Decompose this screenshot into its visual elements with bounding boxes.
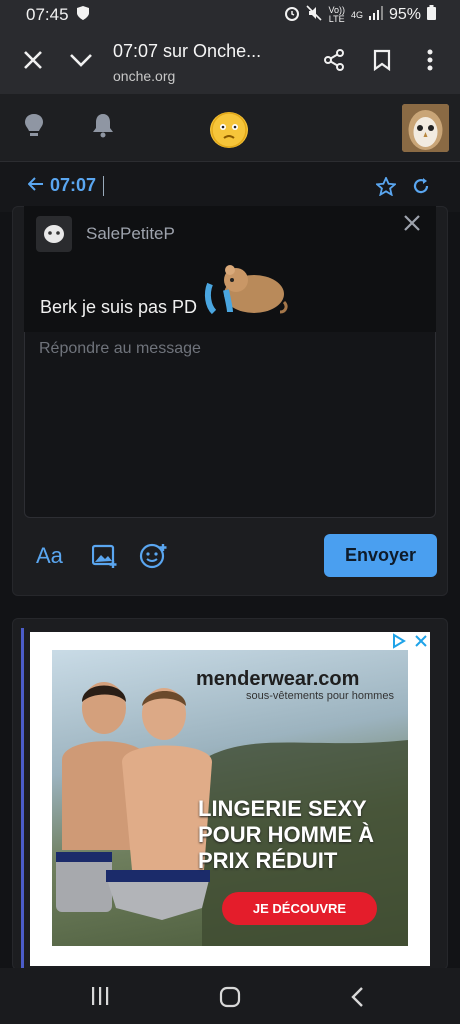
- mute-icon: [306, 4, 323, 26]
- quote-avatar: [36, 216, 72, 252]
- image-add-icon[interactable]: [91, 543, 118, 574]
- shield-icon: [76, 5, 89, 25]
- ad-brand[interactable]: menderwear.com: [196, 668, 359, 691]
- bookmark-icon: [373, 49, 391, 76]
- quote-username: SalePetiteP: [86, 224, 175, 243]
- browser-toolbar: 07:07 sur Onche... onche.org: [0, 30, 460, 94]
- star-icon[interactable]: [374, 175, 398, 201]
- ad-border: [21, 628, 24, 968]
- data-indicator: 4G: [350, 9, 363, 20]
- more-options-button[interactable]: [406, 38, 454, 86]
- chevron-down-icon: [69, 53, 93, 72]
- network-indicator: Vo)) LTE: [328, 5, 345, 24]
- page-title-block: 07:07 sur Onche... onche.org: [105, 41, 310, 84]
- text-cursor: [103, 175, 105, 196]
- home-icon[interactable]: [219, 986, 241, 1013]
- back-link[interactable]: 07:07: [27, 175, 105, 196]
- quote-text: Berk je suis pas PD: [40, 297, 198, 317]
- reply-input[interactable]: Répondre au message: [24, 332, 436, 518]
- user-avatar[interactable]: [402, 104, 449, 152]
- emoji-add-icon[interactable]: [139, 542, 169, 575]
- share-button[interactable]: [310, 38, 358, 86]
- send-button[interactable]: Envoyer: [324, 534, 437, 577]
- close-icon: [23, 50, 43, 75]
- status-bar: 07:45 Vo)) LTE 4G 95%: [0, 0, 460, 30]
- expand-button[interactable]: [57, 38, 105, 86]
- ad-brand-sub: sous-vêtements pour hommes: [246, 690, 394, 702]
- site-logo[interactable]: [210, 112, 248, 148]
- ad-cta-button[interactable]: JE DÉCOUVRE: [222, 892, 377, 925]
- ad-choices-icon[interactable]: [390, 633, 430, 654]
- back-icon[interactable]: [350, 986, 364, 1013]
- status-time: 07:45: [26, 5, 69, 24]
- font-format-button[interactable]: Aa: [36, 543, 63, 569]
- share-icon: [322, 48, 346, 77]
- lightbulb-icon[interactable]: [24, 112, 44, 145]
- reply-placeholder: Répondre au message: [39, 340, 201, 357]
- bell-icon[interactable]: [92, 112, 114, 143]
- close-icon: [402, 215, 422, 237]
- page-url: onche.org: [113, 67, 176, 84]
- system-nav-bar: [0, 968, 460, 1024]
- battery-icon: [427, 5, 436, 25]
- battery-level: 95%: [388, 6, 421, 23]
- bookmark-button[interactable]: [358, 38, 406, 86]
- recent-apps-icon[interactable]: [90, 986, 110, 1011]
- alarm-icon: [284, 5, 300, 26]
- refresh-icon[interactable]: [412, 177, 430, 200]
- page-title: 07:07 sur Onche...: [113, 40, 262, 61]
- arrow-left-icon: [27, 175, 44, 196]
- more-vert-icon: [427, 49, 433, 76]
- page-nav-label: 07:07: [50, 175, 97, 195]
- close-tab-button[interactable]: [9, 38, 57, 86]
- close-quote-button[interactable]: [402, 213, 422, 238]
- crying-rat-sticker: [200, 262, 288, 316]
- ad-headline[interactable]: LINGERIE SEXY POUR HOMME À PRIX RÉDUIT: [198, 796, 408, 874]
- signal-icon: [368, 5, 383, 25]
